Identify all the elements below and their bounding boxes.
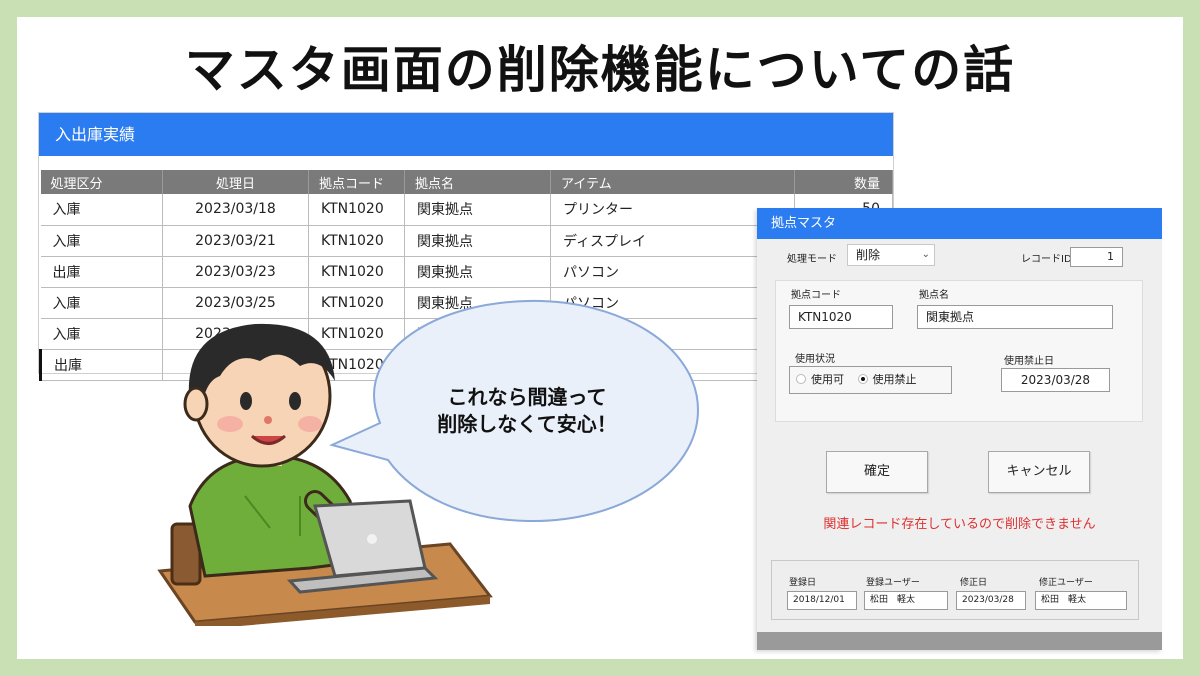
cell-date: 2023/03/23 — [162, 256, 309, 288]
location-master-dialog: 拠点マスタ 処理モード 削除 ⌄ レコードID 1 拠点コード KTN1020 … — [757, 208, 1162, 650]
error-message: 関連レコード存在しているので削除できません — [823, 517, 1096, 532]
cell-name: 関東拠点 — [404, 194, 551, 226]
chevron-down-icon: ⌄ — [921, 249, 930, 260]
column-header-code[interactable]: 拠点コード — [308, 156, 405, 194]
radio-icon — [796, 374, 806, 384]
upd-user-label: 修正ユーザー — [1039, 578, 1093, 588]
cell-type: 入庫 — [40, 287, 163, 319]
name-label: 拠点名 — [919, 290, 949, 301]
mode-select[interactable]: 削除 ⌄ — [847, 244, 935, 266]
headline: マスタ画面の削除機能についての話 — [184, 41, 1016, 99]
column-header-qty[interactable]: 数量 — [794, 156, 893, 194]
cell-code: KTN1020 — [308, 225, 405, 257]
code-label: 拠点コード — [791, 290, 841, 301]
cell-type: 入庫 — [40, 225, 163, 257]
reg-user-field: 松田 軽太 — [864, 591, 948, 610]
column-header-item[interactable]: アイテム — [550, 156, 795, 194]
cell-name: 関東拠点 — [404, 256, 551, 288]
ban-date-label: 使用禁止日 — [1004, 356, 1054, 367]
radio-available[interactable]: 使用可 — [796, 373, 844, 386]
confirm-button[interactable]: 確定 — [826, 451, 928, 493]
cell-type: 出庫 — [40, 256, 163, 288]
cell-date: 2023/03/18 — [162, 194, 309, 226]
speech-text: これなら間違って 削除しなくて安心！ — [392, 384, 662, 438]
cell-code: KTN1020 — [308, 194, 405, 226]
record-id-field[interactable]: 1 — [1070, 247, 1123, 267]
cell-type: 入庫 — [40, 318, 163, 350]
upd-date-label: 修正日 — [960, 578, 988, 588]
speech-line-2: 削除しなくて安心！ — [437, 412, 617, 436]
mode-value: 削除 — [856, 248, 881, 262]
radio-banned[interactable]: 使用禁止 — [857, 373, 917, 386]
column-header-date[interactable]: 処理日 — [162, 156, 309, 194]
status-label: 使用状況 — [795, 354, 835, 365]
cell-name: 関東拠点 — [404, 225, 551, 257]
reg-date-label: 登録日 — [789, 578, 817, 588]
cell-code: KTN1020 — [308, 256, 405, 288]
status-radio-group: 使用可 使用禁止 — [789, 366, 952, 394]
cell-type: 出庫 — [39, 349, 163, 381]
radio-selected-icon — [857, 374, 868, 384]
record-id-label: レコードID — [1021, 254, 1072, 265]
column-header-name[interactable]: 拠点名 — [404, 156, 551, 194]
ban-date-field[interactable]: 2023/03/28 — [1001, 368, 1110, 392]
column-header-type[interactable]: 処理区分 — [40, 156, 163, 194]
upd-user-field: 松田 軽太 — [1035, 591, 1127, 610]
reg-date-field: 2018/12/01 — [787, 591, 857, 610]
speech-line-1: これなら間違って — [447, 385, 607, 409]
code-field[interactable]: KTN1020 — [789, 305, 893, 329]
name-field[interactable]: 関東拠点 — [917, 305, 1113, 329]
dialog-title: 拠点マスタ — [757, 208, 1162, 239]
mode-label: 処理モード — [787, 254, 837, 265]
cancel-button[interactable]: キャンセル — [988, 451, 1090, 493]
reg-user-label: 登録ユーザー — [866, 578, 920, 588]
cell-type: 入庫 — [40, 194, 163, 226]
records-window-title: 入出庫実績 — [39, 113, 893, 156]
audit-panel — [771, 560, 1139, 620]
cell-date: 2023/03/21 — [162, 225, 309, 257]
dialog-status-bar — [757, 632, 1162, 650]
upd-date-field: 2023/03/28 — [956, 591, 1026, 610]
